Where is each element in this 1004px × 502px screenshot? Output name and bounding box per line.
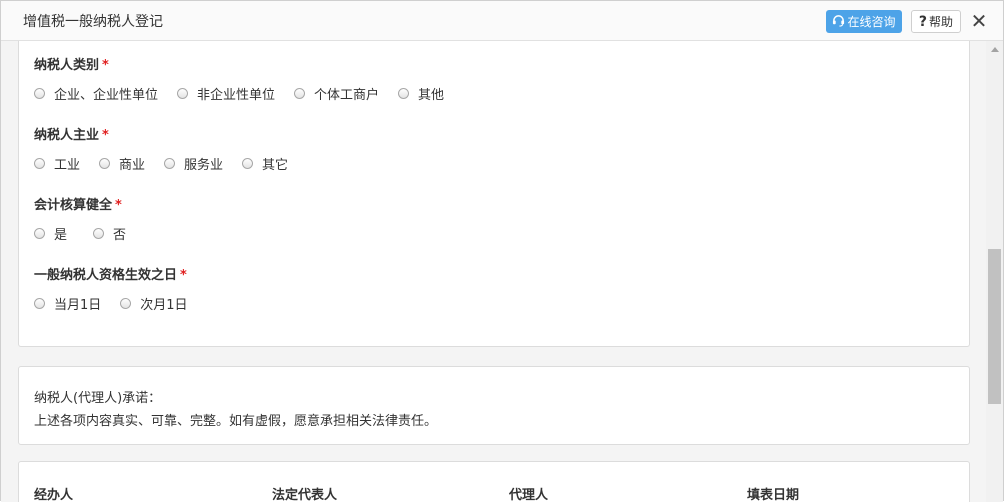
option-label: 当月1日	[54, 298, 102, 313]
option-label: 非企业性单位	[197, 88, 276, 103]
option-label: 次月1日	[140, 298, 188, 313]
required-mark: *	[102, 128, 109, 143]
radio-button[interactable]	[120, 298, 132, 309]
radio-option[interactable]: 当月1日	[34, 294, 101, 313]
registration-dialog: 增值税一般纳税人登记 在线咨询 ? 帮助 ✕ 纳税人类别 * 企业、企业性单位 …	[0, 0, 1004, 502]
question-label: 纳税人类别	[34, 58, 100, 73]
radio-option[interactable]: 其它	[242, 154, 288, 173]
question-mark-icon: ?	[918, 13, 928, 30]
radio-button[interactable]	[164, 158, 176, 169]
scrollbar-thumb[interactable]	[988, 249, 1001, 404]
radio-button[interactable]	[34, 88, 45, 99]
option-label: 服务业	[184, 158, 224, 173]
radio-option[interactable]: 非企业性单位	[177, 84, 275, 103]
question-accounting-sound: 会计核算健全 *	[34, 194, 122, 213]
option-label: 其他	[418, 88, 445, 103]
close-icon[interactable]: ✕	[969, 9, 989, 33]
question-label: 会计核算健全	[34, 198, 113, 213]
radio-button[interactable]	[99, 158, 111, 169]
radio-button[interactable]	[398, 88, 410, 99]
radio-option[interactable]: 企业、企业性单位	[34, 84, 158, 103]
accounting-sound-options: 是 否	[34, 224, 145, 243]
effective-date-options: 当月1日 次月1日	[34, 294, 207, 313]
online-consult-label: 在线咨询	[847, 15, 896, 29]
option-label: 商业	[119, 158, 146, 173]
radio-option[interactable]: 个体工商户	[294, 84, 379, 103]
dialog-title: 增值税一般纳税人登记	[23, 14, 163, 30]
promise-text: 上述各项内容真实、可靠、完整。如有虚假，愿意承担相关法律责任。	[34, 414, 438, 429]
radio-option[interactable]: 其他	[398, 84, 444, 103]
online-consult-button[interactable]: 在线咨询	[826, 10, 902, 33]
signature-panel: 经办人 法定代表人 代理人 填表日期	[18, 461, 970, 502]
vertical-scrollbar[interactable]	[986, 41, 1003, 502]
radio-button[interactable]	[177, 88, 189, 99]
radio-option[interactable]: 商业	[99, 154, 145, 173]
fill-date-label: 填表日期	[747, 488, 800, 502]
radio-button[interactable]	[93, 228, 105, 239]
option-label: 否	[113, 228, 127, 243]
radio-option[interactable]: 是	[34, 224, 67, 243]
legal-rep-label: 法定代表人	[272, 488, 338, 502]
scroll-up-arrow-icon[interactable]	[986, 41, 1003, 58]
taxpayer-info-panel: 纳税人类别 * 企业、企业性单位 非企业性单位 个体工商户 其他 纳税人主业 * 工…	[18, 41, 970, 347]
handler-label: 经办人	[34, 488, 74, 502]
radio-button[interactable]	[34, 158, 45, 169]
radio-button[interactable]	[294, 88, 306, 99]
question-main-business: 纳税人主业 *	[34, 124, 109, 143]
promise-title: 纳税人(代理人)承诺：	[34, 391, 162, 406]
question-taxpayer-category: 纳税人类别 *	[34, 54, 109, 73]
radio-button[interactable]	[242, 158, 254, 169]
radio-option[interactable]: 服务业	[164, 154, 223, 173]
option-label: 个体工商户	[314, 88, 380, 103]
question-label: 一般纳税人资格生效之日	[34, 268, 178, 283]
required-mark: *	[115, 198, 122, 213]
option-label: 工业	[54, 158, 81, 173]
taxpayer-category-options: 企业、企业性单位 非企业性单位 个体工商户 其他	[34, 84, 463, 103]
option-label: 是	[54, 228, 68, 243]
radio-button[interactable]	[34, 298, 45, 309]
dialog-titlebar: 增值税一般纳税人登记 在线咨询 ? 帮助 ✕	[1, 1, 1003, 41]
radio-option[interactable]: 工业	[34, 154, 80, 173]
radio-button[interactable]	[34, 228, 45, 239]
radio-option[interactable]: 次月1日	[120, 294, 188, 313]
required-mark: *	[180, 268, 187, 283]
option-label: 其它	[262, 158, 289, 173]
promise-panel: 纳税人(代理人)承诺： 上述各项内容真实、可靠、完整。如有虚假，愿意承担相关法律…	[18, 366, 970, 445]
question-label: 纳税人主业	[34, 128, 100, 143]
dialog-content: 纳税人类别 * 企业、企业性单位 非企业性单位 个体工商户 其他 纳税人主业 * 工…	[1, 41, 986, 502]
required-mark: *	[102, 58, 109, 73]
agent-label: 代理人	[509, 488, 549, 502]
question-effective-date: 一般纳税人资格生效之日 *	[34, 264, 187, 283]
option-label: 企业、企业性单位	[54, 88, 159, 103]
help-label: 帮助	[929, 15, 954, 29]
radio-option[interactable]: 否	[93, 224, 126, 243]
headset-icon	[832, 14, 845, 30]
main-business-options: 工业 商业 服务业 其它	[34, 154, 307, 173]
help-button[interactable]: ? 帮助	[911, 10, 961, 33]
